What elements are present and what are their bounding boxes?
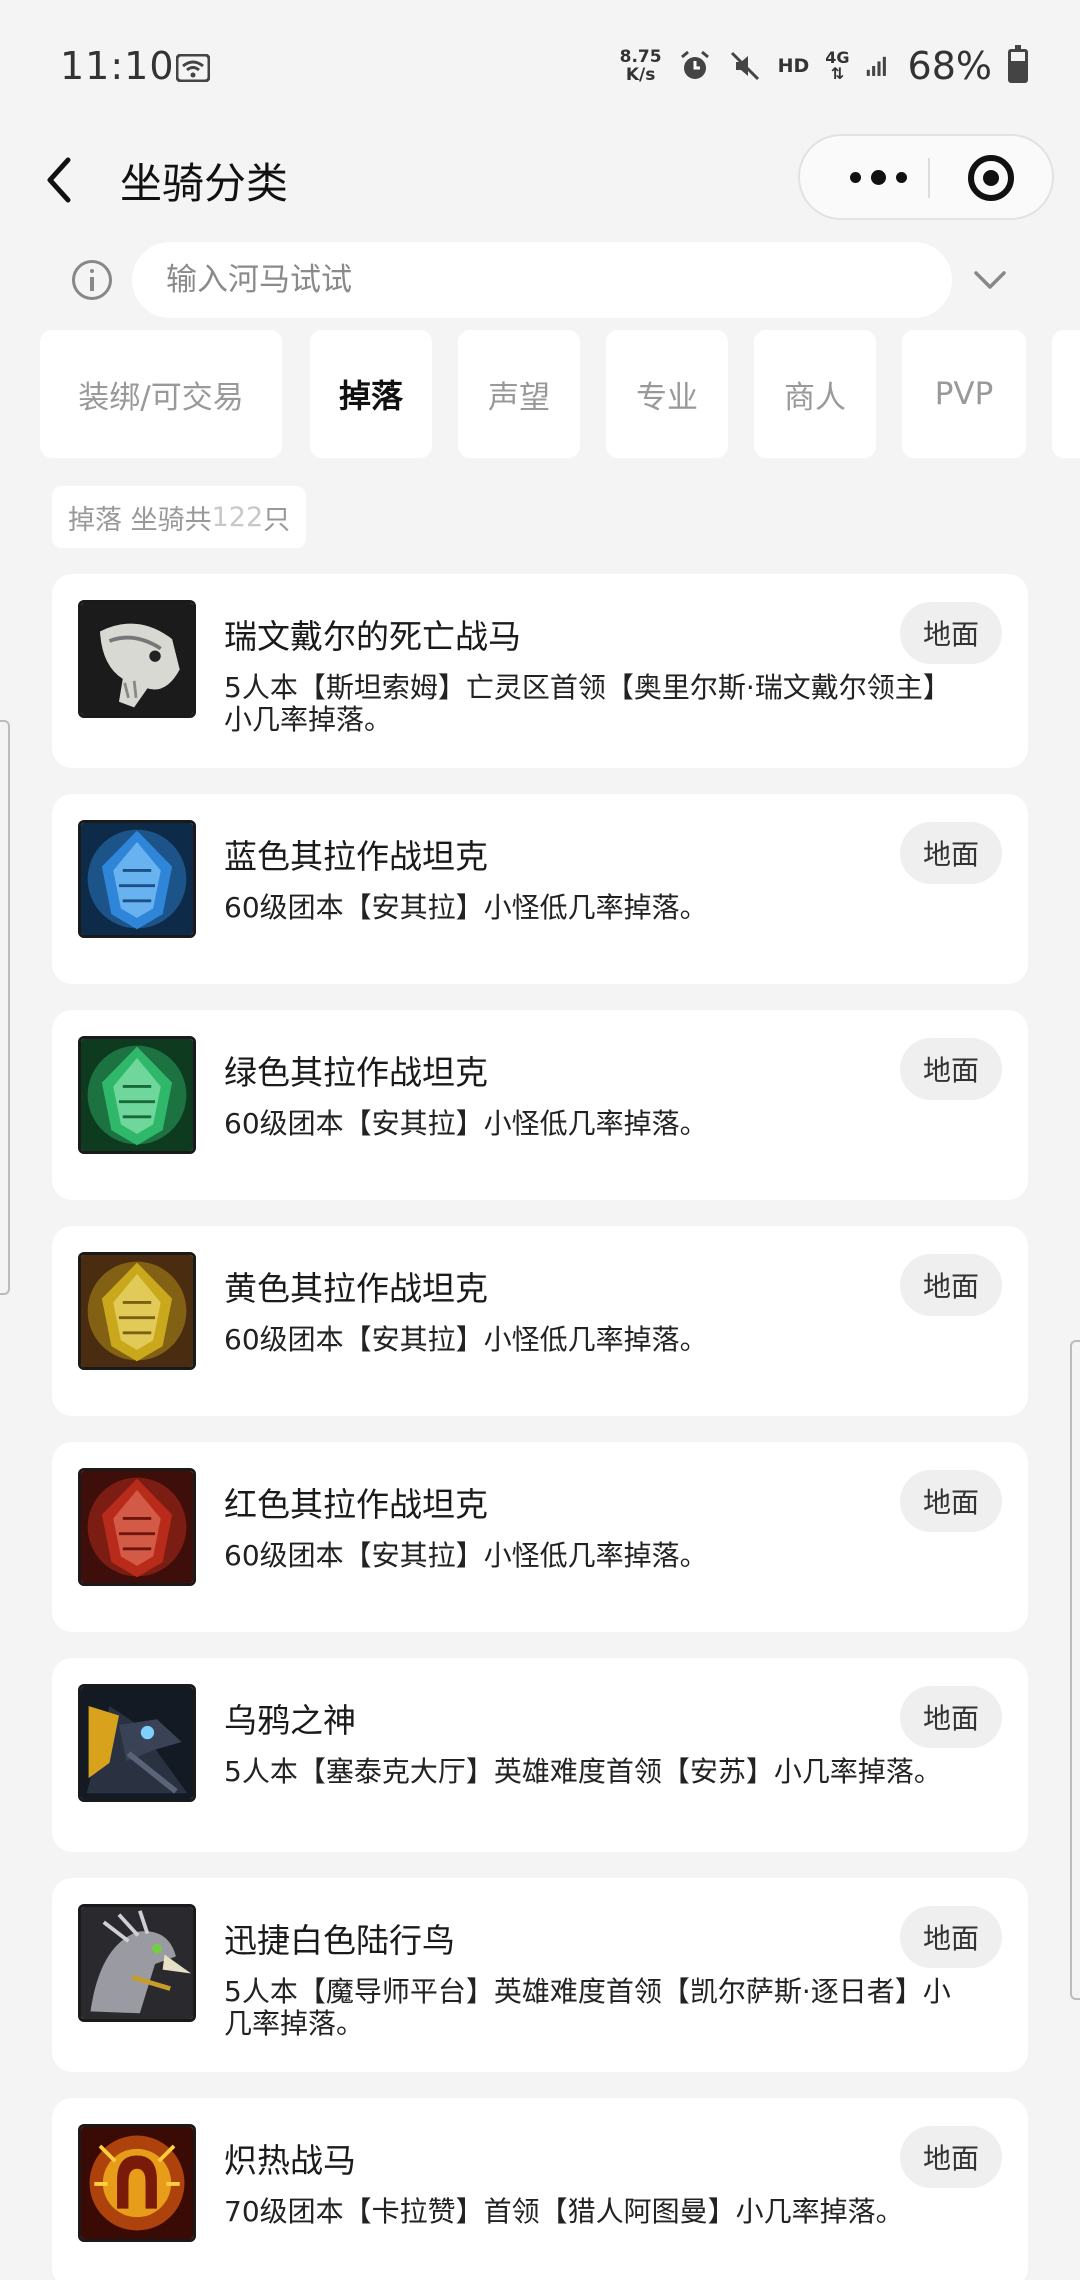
more-options-icon[interactable] <box>828 136 928 218</box>
network-type: 4G ⇅ <box>825 50 849 82</box>
mount-card[interactable]: 黄色其拉作战坦克 60级团本【安其拉】小怪低几率掉落。 地面 <box>52 1226 1028 1416</box>
status-bar: 11:10 8.75 K/s HD 4G ⇅ 68% <box>0 0 1080 130</box>
mount-desc: 70级团本【卡拉赞】首领【猎人阿图曼】小几率掉落。 <box>224 2195 904 2228</box>
category-tabs: 装绑/可交易 掉落 声望 专业 商人 PVP <box>40 330 1080 460</box>
wifi-hotspot-icon <box>176 54 210 82</box>
search-input[interactable] <box>132 242 952 318</box>
nav-bar: 坐骑分类 <box>0 130 1080 230</box>
tab-bound-tradable[interactable]: 装绑/可交易 <box>40 330 282 458</box>
mount-name: 蓝色其拉作战坦克 <box>224 837 488 876</box>
mount-card[interactable]: 红色其拉作战坦克 60级团本【安其拉】小怪低几率掉落。 地面 <box>52 1442 1028 1632</box>
count-number: 122 <box>211 501 264 533</box>
back-arrow-icon[interactable] <box>40 152 80 208</box>
net-speed-unit: K/s <box>625 65 656 85</box>
mount-type-tag: 地面 <box>900 1906 1002 1968</box>
mount-type-tag: 地面 <box>900 1470 1002 1532</box>
close-program-icon[interactable] <box>968 155 1014 201</box>
tab-next-partial[interactable] <box>1052 330 1080 458</box>
hd-indicator: HD <box>777 55 810 77</box>
mount-type-tag: 地面 <box>900 602 1002 664</box>
data-arrows-icon: ⇅ <box>830 64 845 83</box>
green-crystal-icon <box>78 1036 196 1154</box>
mount-name: 迅捷白色陆行鸟 <box>224 1921 455 1960</box>
net-speed: 8.75 K/s <box>620 48 662 84</box>
tab-vendor[interactable]: 商人 <box>754 330 876 458</box>
mount-name: 乌鸦之神 <box>224 1701 356 1740</box>
page: 11:10 8.75 K/s HD 4G ⇅ 68% 坐骑分类 输入河马试试 装… <box>0 0 1080 2280</box>
tab-label: PVP <box>934 376 994 412</box>
mount-type-tag: 地面 <box>900 1038 1002 1100</box>
mount-desc: 5人本【魔导师平台】英雄难度首领【凯尔萨斯·逐日者】小几率掉落。 <box>224 1975 951 2040</box>
hawkstrider-icon <box>78 1904 196 2022</box>
net-speed-value: 8.75 <box>619 47 662 67</box>
battery-icon <box>1008 45 1028 83</box>
search-box[interactable] <box>132 242 952 318</box>
mount-name: 黄色其拉作战坦克 <box>224 1269 488 1308</box>
tab-reputation[interactable]: 声望 <box>458 330 580 458</box>
mount-name: 瑞文戴尔的死亡战马 <box>224 617 521 656</box>
tab-drop[interactable]: 掉落 <box>310 330 432 458</box>
mount-type-tag: 地面 <box>900 822 1002 884</box>
count-suffix: 只 <box>263 504 291 536</box>
mount-desc: 60级团本【安其拉】小怪低几率掉落。 <box>224 1539 708 1572</box>
mount-desc: 60级团本【安其拉】小怪低几率掉落。 <box>224 1323 708 1356</box>
mount-name: 炽热战马 <box>224 2141 356 2180</box>
mount-desc: 5人本【塞泰克大厅】英雄难度首领【安苏】小几率掉落。 <box>224 1755 942 1788</box>
fiery-horseshoe-icon <box>78 2124 196 2242</box>
count-prefix: 掉落 坐骑共 <box>68 504 212 536</box>
status-right: 8.75 K/s HD 4G ⇅ 68% <box>620 44 1028 88</box>
raven-lord-icon <box>78 1684 196 1802</box>
chevron-down-icon[interactable] <box>970 260 1010 300</box>
tab-pvp[interactable]: PVP <box>902 330 1026 458</box>
mount-card[interactable]: 迅捷白色陆行鸟 5人本【魔导师平台】英雄难度首领【凯尔萨斯·逐日者】小几率掉落。… <box>52 1878 1028 2072</box>
mount-desc: 60级团本【安其拉】小怪低几率掉落。 <box>224 891 708 924</box>
tab-profession[interactable]: 专业 <box>606 330 728 458</box>
bone-horse-icon <box>78 600 196 718</box>
mount-card[interactable]: 瑞文戴尔的死亡战马 5人本【斯坦索姆】亡灵区首领【奥里尔斯·瑞文戴尔领主】小几率… <box>52 574 1028 768</box>
scrollbar[interactable] <box>1070 1340 1080 2000</box>
mute-icon <box>730 51 759 81</box>
mount-type-tag: 地面 <box>900 2126 1002 2188</box>
yellow-crystal-icon <box>78 1252 196 1370</box>
alarm-icon <box>680 50 709 79</box>
mini-program-capsule <box>798 134 1054 220</box>
tab-label: 商人 <box>784 379 846 416</box>
mount-card[interactable]: 蓝色其拉作战坦克 60级团本【安其拉】小怪低几率掉落。 地面 <box>52 794 1028 984</box>
mount-name: 红色其拉作战坦克 <box>224 1485 488 1524</box>
battery-percent: 68% <box>907 44 992 88</box>
tab-label: 声望 <box>488 379 550 416</box>
mount-count-badge: 掉落 坐骑共 122 只 <box>52 486 307 548</box>
tab-label: 专业 <box>636 379 698 416</box>
mount-name: 绿色其拉作战坦克 <box>224 1053 488 1092</box>
mount-card[interactable]: 炽热战马 70级团本【卡拉赞】首领【猎人阿图曼】小几率掉落。 地面 <box>52 2098 1028 2280</box>
mount-desc: 60级团本【安其拉】小怪低几率掉落。 <box>224 1107 708 1140</box>
signal-icon <box>866 56 886 76</box>
capsule-divider <box>928 158 930 198</box>
info-icon[interactable] <box>72 260 112 300</box>
mount-desc: 5人本【斯坦索姆】亡灵区首领【奥里尔斯·瑞文戴尔领主】小几率掉落。 <box>224 671 951 736</box>
mount-card[interactable]: 乌鸦之神 5人本【塞泰克大厅】英雄难度首领【安苏】小几率掉落。 地面 <box>52 1658 1028 1852</box>
page-title: 坐骑分类 <box>120 159 289 208</box>
tab-label: 装绑/可交易 <box>78 379 244 416</box>
red-crystal-icon <box>78 1468 196 1586</box>
left-edge-panel-handle[interactable] <box>0 720 10 1295</box>
mount-card[interactable]: 绿色其拉作战坦克 60级团本【安其拉】小怪低几率掉落。 地面 <box>52 1010 1028 1200</box>
mount-type-tag: 地面 <box>900 1686 1002 1748</box>
blue-crystal-icon <box>78 820 196 938</box>
tab-label: 掉落 <box>338 377 403 415</box>
status-time: 11:10 <box>60 44 175 88</box>
mount-type-tag: 地面 <box>900 1254 1002 1316</box>
